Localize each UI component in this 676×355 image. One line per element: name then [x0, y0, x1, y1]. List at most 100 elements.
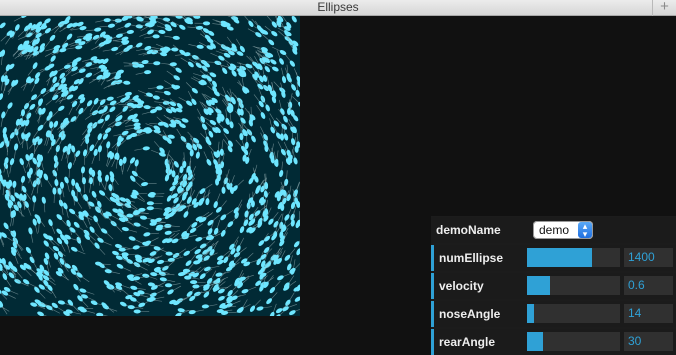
swimmer-ellipse — [128, 236, 144, 244]
velocity-input[interactable]: 0.6 — [624, 276, 673, 295]
swimmer-ellipse — [101, 302, 115, 313]
swimmer-ellipse — [3, 157, 9, 173]
swimmer-ellipse — [13, 16, 28, 22]
swimmer-ellipse — [37, 311, 52, 316]
rearangle-slider-fill — [527, 332, 543, 351]
swimmer-ellipse — [114, 80, 131, 85]
swimmer-ellipse — [284, 53, 296, 67]
swimmer-ellipse — [293, 68, 300, 83]
swimmer-ellipse — [91, 148, 98, 164]
swimmer-ellipse — [69, 227, 81, 239]
swimmer-ellipse — [118, 247, 135, 252]
swimmer-ellipse — [233, 199, 243, 214]
numellipse-label: numEllipse — [439, 251, 504, 265]
noseangle-input[interactable]: 14 — [624, 304, 673, 323]
control-row-rearangle: rearAngle 30 — [431, 329, 676, 355]
swimmer-ellipse — [203, 151, 212, 166]
swimmer-ellipse — [134, 146, 150, 151]
swimmer-ellipse — [279, 161, 284, 178]
swimmer-ellipse — [278, 99, 285, 116]
swimmer-ellipse — [158, 271, 175, 276]
swimmer-ellipse — [80, 132, 91, 147]
swimmer-ellipse — [216, 141, 221, 158]
swimmer-ellipse — [44, 34, 56, 48]
swimmer-ellipse — [188, 309, 205, 315]
swimmer-ellipse — [52, 187, 57, 204]
swimmer-ellipse — [121, 226, 138, 233]
swimmer-ellipse — [0, 111, 6, 127]
rearangle-slider[interactable] — [527, 332, 620, 351]
swimmer-ellipse — [138, 90, 153, 97]
swimmer-ellipse — [94, 242, 106, 255]
swimmer-ellipse — [130, 175, 142, 188]
swimmer-ellipse — [64, 176, 70, 192]
swimmer-ellipse — [98, 190, 111, 202]
swimmer-ellipse — [236, 304, 251, 313]
velocity-slider[interactable] — [527, 276, 620, 295]
swimmer-ellipse — [23, 76, 31, 91]
ellipses-canvas[interactable] — [0, 16, 300, 316]
numellipse-slider[interactable] — [527, 248, 620, 267]
swimmer-ellipse — [143, 232, 159, 237]
numellipse-input[interactable]: 1400 — [624, 248, 673, 267]
swimmer-ellipse — [38, 107, 43, 124]
swimmer-ellipse — [133, 262, 148, 271]
swimmer-ellipse — [95, 39, 110, 49]
swimmer-ellipse — [66, 45, 83, 50]
swimmer-ellipse — [43, 173, 53, 188]
swimmer-ellipse — [118, 158, 123, 175]
swimmer-ellipse — [99, 23, 116, 28]
swimmer-ellipse — [148, 85, 164, 90]
swimmer-ellipse — [164, 35, 180, 40]
swimmer-ellipse — [252, 46, 268, 52]
noseangle-label: noseAngle — [439, 307, 501, 321]
swimmer-ellipse — [116, 263, 132, 272]
swimmer-ellipse — [95, 18, 111, 23]
noseangle-slider[interactable] — [527, 304, 620, 323]
swimmer-ellipse — [146, 206, 163, 211]
swimmer-ellipse — [164, 283, 181, 288]
demoname-value: demo — [539, 223, 570, 237]
demoname-select[interactable]: demo ▴ ▾ — [533, 221, 593, 239]
control-row-demoname: demoName demo ▴ ▾ — [431, 217, 676, 243]
swimmer-ellipse — [201, 304, 218, 309]
plus-icon[interactable]: + — [652, 0, 676, 16]
swimmer-ellipse — [0, 141, 5, 156]
swimmer-ellipse — [41, 196, 46, 213]
window-title: Ellipses — [317, 0, 359, 14]
swimmer-ellipse — [28, 227, 34, 243]
swimmer-ellipse — [80, 294, 96, 302]
swimmer-ellipse — [188, 44, 204, 49]
swimmer-ellipse — [238, 80, 248, 94]
swimmer-ellipse — [194, 21, 211, 26]
swimmer-ellipse — [48, 219, 56, 234]
swimmer-ellipse — [199, 183, 213, 194]
swimmer-ellipse — [140, 182, 157, 187]
swimmer-ellipse — [213, 276, 229, 284]
swimmer-ellipse — [185, 82, 198, 94]
swimmer-ellipse — [66, 219, 73, 236]
swimmer-ellipse — [82, 149, 88, 165]
swimmer-ellipse — [56, 214, 68, 227]
control-row-numellipse: numEllipse 1400 — [431, 245, 676, 271]
swimmer-ellipse — [154, 141, 165, 154]
swimmer-ellipse — [221, 178, 226, 194]
swimmer-ellipse — [243, 16, 254, 28]
swimmer-ellipse — [266, 292, 278, 305]
swimmer-ellipse — [144, 34, 160, 39]
swimmer-ellipse — [133, 309, 150, 314]
swimmer-ellipse — [241, 286, 257, 294]
swimmer-ellipse — [103, 80, 118, 89]
rearangle-input[interactable]: 30 — [624, 332, 673, 351]
swimmer-ellipse — [213, 219, 221, 235]
swimmer-ellipse — [0, 22, 6, 34]
swimmer-ellipse — [146, 201, 163, 206]
swimmer-ellipse — [141, 108, 158, 115]
swimmer-ellipse — [223, 169, 230, 185]
select-arrows-icon: ▴ ▾ — [578, 222, 592, 239]
swimmer-ellipse — [18, 32, 33, 40]
swimmer-ellipse — [104, 269, 121, 274]
swimmer-ellipse — [285, 292, 295, 306]
swimmer-ellipse — [37, 65, 52, 75]
ellipses-drawing — [0, 16, 300, 316]
